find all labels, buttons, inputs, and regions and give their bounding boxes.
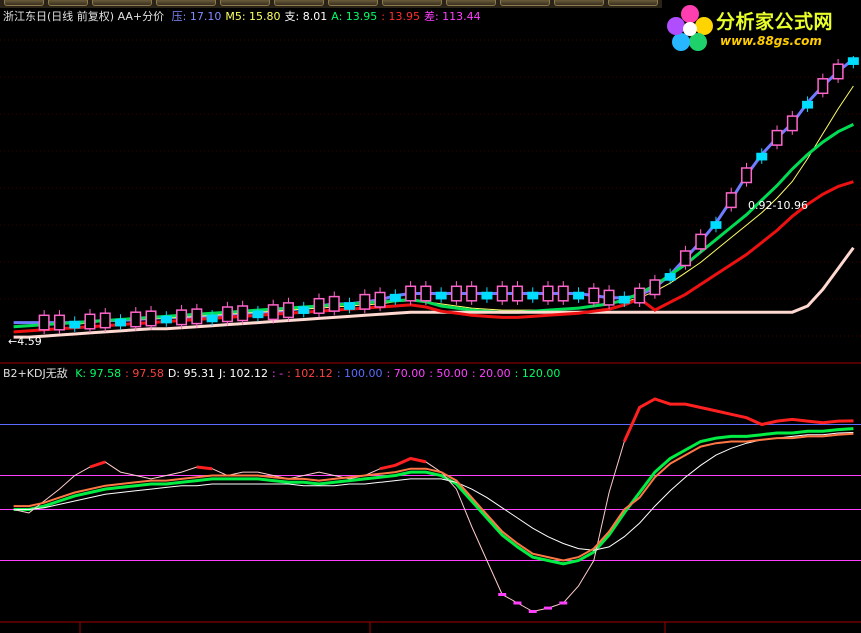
candle-body	[771, 129, 783, 146]
kdj-panel-header: B2+KDJ无敌 K: 97.58: 97.58 D: 95.31 J: 102.1…	[3, 366, 568, 382]
candle-body	[847, 57, 859, 65]
kdj-indicator-8: : 50.00	[429, 367, 468, 380]
main-indicator-0: 压: 17.10	[171, 10, 222, 23]
main-indicator-list: 压: 17.10 M5: 15.80 支: 8.01 A: 13.95: 13.95 差…	[172, 10, 485, 23]
kdj-indicator-2: D: 95.31	[167, 367, 215, 380]
candle-body	[99, 312, 111, 329]
candle-body	[603, 289, 615, 306]
main-indicator-5: 差: 113.44	[423, 10, 481, 23]
candle-body	[573, 291, 585, 300]
kdj-indicator-0: K: 97.58	[75, 367, 122, 380]
candle-body	[160, 315, 172, 324]
candle-body	[206, 314, 218, 323]
main-indicator-1: M5: 15.80	[225, 10, 281, 23]
candle-body	[237, 305, 249, 322]
candle-body	[527, 291, 539, 300]
candle-body	[817, 78, 829, 95]
kdj-indicator-3: J: 102.12	[219, 367, 268, 380]
main-panel-title: 浙江东日(日线 前复权) AA+分价	[3, 10, 165, 23]
candle-body	[191, 308, 203, 325]
candle-body	[450, 285, 462, 302]
candle-body	[313, 297, 325, 314]
candle-body	[496, 285, 508, 302]
candle-body	[756, 152, 768, 161]
site-logo: 分析家公式网 www.88gs.com	[662, 0, 861, 56]
candle-body	[130, 311, 142, 328]
candle-body	[786, 115, 798, 132]
candle-body	[53, 314, 65, 331]
candle-body	[115, 318, 127, 327]
flower-logo-icon	[667, 5, 713, 51]
logo-text: 分析家公式网	[716, 11, 834, 33]
candle-body	[618, 295, 630, 304]
candle-body	[359, 293, 371, 310]
candle-body	[679, 250, 691, 267]
main-indicator-2: 支: 8.01	[284, 10, 328, 23]
candle-body	[344, 302, 356, 310]
candle-body	[267, 304, 279, 321]
candle-body	[466, 285, 478, 302]
candle-body	[374, 291, 386, 308]
candle-body	[511, 285, 523, 302]
candle-body	[634, 287, 646, 304]
candle-body	[145, 310, 157, 327]
candle-body	[741, 167, 753, 184]
kdj-indicator-5: : 102.12	[287, 367, 333, 380]
chart-area[interactable]: ←4.59 0.92-10.96	[0, 0, 861, 633]
candle-body	[420, 285, 432, 302]
candle-body	[802, 100, 814, 109]
candle-body	[725, 192, 737, 209]
candle-body	[435, 291, 447, 300]
candle-body	[664, 273, 676, 281]
candle-body	[176, 309, 188, 326]
main-indicator-3: A: 13.95	[331, 10, 378, 23]
candle-body	[695, 233, 707, 250]
kdj-indicator-10: : 120.00	[514, 367, 561, 380]
candle-body	[389, 293, 401, 302]
main-panel-header: 浙江东日(日线 前复权) AA+分价 压: 17.10 M5: 15.80 支: 8…	[3, 9, 489, 25]
candle-body	[405, 285, 417, 302]
candle-body	[649, 279, 661, 296]
kdj-indicator-list: K: 97.58: 97.58 D: 95.31 J: 102.12: -: 102…	[75, 367, 564, 380]
kdj-indicator-6: : 100.00	[336, 367, 383, 380]
candle-body	[84, 313, 96, 330]
candle-body	[38, 314, 50, 331]
candle-body	[328, 295, 340, 312]
candle-body	[557, 285, 569, 302]
kdj-panel-title: B2+KDJ无敌	[3, 367, 68, 380]
candle-body	[588, 287, 600, 304]
price-range-label: 0.92-10.96	[748, 199, 808, 212]
candle-body	[69, 320, 81, 329]
candle-body	[252, 310, 264, 319]
candle-body	[282, 302, 294, 319]
candle-body	[221, 306, 233, 323]
kdj-indicator-1: : 97.58	[125, 367, 164, 380]
candle-body	[542, 285, 554, 302]
kdj-indicator-4: : -	[271, 367, 284, 380]
price-low-label: ←4.59	[8, 335, 42, 348]
kdj-indicator-9: : 20.00	[471, 367, 511, 380]
candle-body	[298, 306, 310, 314]
candle-body	[710, 221, 722, 229]
candle-body	[832, 63, 844, 80]
logo-url: www.88gs.com	[720, 34, 822, 48]
main-indicator-4: : 13.95	[381, 10, 420, 23]
kdj-indicator-7: : 70.00	[386, 367, 426, 380]
candle-body	[481, 291, 493, 300]
